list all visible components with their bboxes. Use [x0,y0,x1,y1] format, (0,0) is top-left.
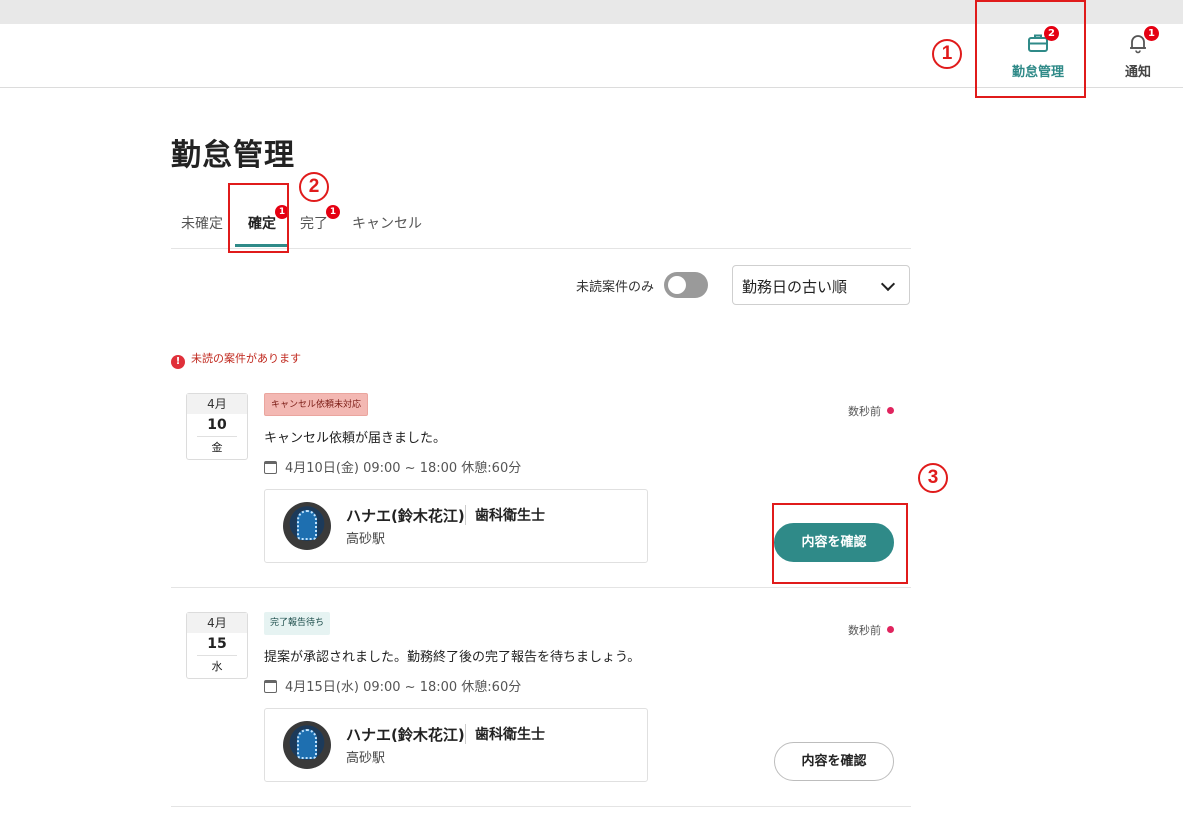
tab-unconfirmed[interactable]: 未確定 [181,213,223,233]
unread-only-toggle[interactable] [664,272,708,298]
date-day: 15 [207,636,227,652]
nav-notification-badge: 1 [1144,26,1159,41]
worker-name: ハナエ(鈴木花江) [346,726,465,744]
chevron-down-icon [880,276,896,292]
date-weekday: 水 [197,655,237,678]
date-box: 4月 10 金 [186,393,248,460]
card-schedule: 4月10日(金) 09:00 ~ 18:00 休憩:60分 [264,457,521,476]
date-month: 4月 [187,394,247,414]
tab-completed[interactable]: 完了 1 [300,205,340,233]
time-ago: 数秒前 [848,622,894,638]
card-message: キャンセル依頼が届きました。 [264,431,447,446]
time-ago-text: 数秒前 [848,624,881,637]
avatar-figure [297,729,317,759]
time-ago-text: 数秒前 [848,405,881,418]
date-day: 10 [207,417,227,433]
nav-notification[interactable]: 1 通知 [1098,26,1178,80]
sort-selected-value: 勤務日の古い順 [742,278,848,296]
date-weekday: 金 [197,436,237,459]
unread-notice: ! 未読の案件があります [171,350,301,369]
calendar-icon [264,680,277,693]
worker-role: 歯科衛生士 [475,727,545,743]
bell-icon: 1 [1127,26,1159,54]
annotation-marker-1: 1 [932,39,962,69]
unread-dot-icon [887,626,894,633]
annotation-box-1 [975,0,1086,98]
tab-cancelled[interactable]: キャンセル [352,213,422,233]
avatar-figure [297,510,317,540]
sort-select[interactable]: 勤務日の古い順 [732,265,910,305]
worker-station: 高砂駅 [346,532,386,547]
annotation-box-2 [228,183,289,253]
worker-role: 歯科衛生士 [475,508,545,524]
worker-panel[interactable]: ハナエ(鈴木花江) 歯科衛生士 高砂駅 [264,489,648,563]
job-card: 4月 15 水 完了報告待ち 数秒前 提案が承認されました。勤務終了後の完了報告… [171,612,911,807]
card-schedule-text: 4月15日(水) 09:00 ~ 18:00 休憩:60分 [285,680,522,695]
worker-divider [465,724,466,744]
annotation-marker-2: 2 [299,172,329,202]
view-details-button[interactable]: 内容を確認 [774,742,894,781]
card-schedule-text: 4月10日(金) 09:00 ~ 18:00 休憩:60分 [285,461,522,476]
status-tag: キャンセル依頼未対応 [264,393,369,416]
exclamation-icon: ! [171,355,185,369]
tab-completed-label: 完了 [300,216,328,232]
avatar [283,502,331,550]
time-ago: 数秒前 [848,403,894,419]
unread-dot-icon [887,407,894,414]
toggle-knob [668,276,686,294]
date-month: 4月 [187,613,247,633]
unread-notice-text: 未読の案件があります [191,352,301,365]
nav-notification-label: 通知 [1124,65,1151,80]
worker-station: 高砂駅 [346,751,386,766]
annotation-marker-3: 3 [918,463,948,493]
card-message: 提案が承認されました。勤務終了後の完了報告を待ちましょう。 [264,650,641,665]
status-tag: 完了報告待ち [264,612,331,635]
page-title: 勤怠管理 [171,138,295,173]
worker-divider [465,505,466,525]
unread-only-label: 未読案件のみ [576,280,655,295]
tab-completed-badge: 1 [326,205,340,219]
worker-panel[interactable]: ハナエ(鈴木花江) 歯科衛生士 高砂駅 [264,708,648,782]
card-schedule: 4月15日(水) 09:00 ~ 18:00 休憩:60分 [264,676,521,695]
date-box: 4月 15 水 [186,612,248,679]
worker-name: ハナエ(鈴木花江) [346,507,465,525]
annotation-box-3 [772,503,908,584]
calendar-icon [264,461,277,474]
avatar [283,721,331,769]
